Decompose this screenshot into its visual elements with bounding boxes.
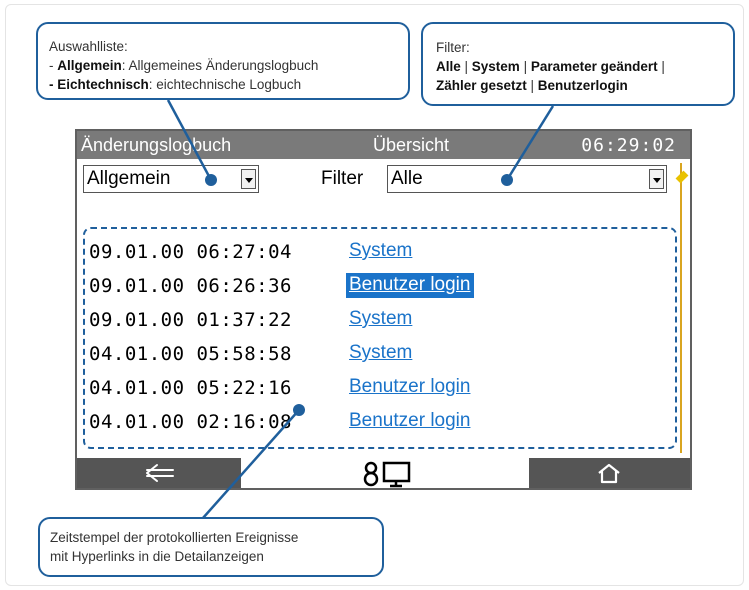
log-timestamp: 09.01.00 06:26:36	[89, 275, 292, 297]
chevron-down-icon[interactable]	[241, 169, 256, 189]
softkey-bar	[77, 458, 690, 488]
callout-filter-opt-parameter: Parameter geändert	[530, 59, 658, 74]
back-button[interactable]	[77, 458, 241, 488]
callout-filter-opt-system: System	[471, 59, 520, 74]
logbook-mode-select[interactable]: Allgemein	[83, 165, 259, 193]
log-event-link[interactable]: System	[346, 307, 416, 332]
log-event-link-selected[interactable]: Benutzer login	[346, 273, 475, 298]
log-list: 09.01.00 06:27:04 System 09.01.00 06:26:…	[83, 227, 677, 449]
clock: 06:29:02	[581, 135, 676, 156]
log-event-link[interactable]: System	[346, 341, 416, 366]
home-icon	[598, 463, 620, 484]
callout-option-allgemein-desc: : Allgemeines Änderungslogbuch	[121, 58, 319, 73]
chevron-down-icon[interactable]	[649, 169, 664, 189]
callout-selection-list: Auswahlliste: - Allgemein: Allgemeines Ä…	[36, 22, 410, 100]
user-monitor-icons	[363, 461, 411, 488]
device-screen: Änderungslogbuch Übersicht 06:29:02 Allg…	[75, 129, 692, 490]
callout-option-eichtechnisch: Eichtechnisch	[57, 77, 149, 92]
filter-select[interactable]: Alle	[387, 165, 667, 193]
callout-separator: |	[526, 78, 538, 93]
callout-filter-opt-benutzerlogin: Benutzerlogin	[537, 78, 628, 93]
callout-separator: |	[519, 59, 531, 74]
log-event-link[interactable]: Benutzer login	[346, 375, 474, 400]
home-button[interactable]	[529, 458, 690, 488]
filter-value: Alle	[391, 168, 423, 189]
callout-option-allgemein: Allgemein	[57, 58, 122, 73]
log-timestamp: 04.01.00 02:16:08	[89, 411, 292, 433]
filter-label: Filter	[321, 168, 364, 189]
logbook-mode-value: Allgemein	[87, 168, 171, 189]
callout-option-eichtechnisch-desc: : eichtechnische Logbuch	[148, 77, 302, 92]
callout-timestamps-line2: mit Hyperlinks in die Detailanzeigen	[50, 549, 264, 564]
log-timestamp: 09.01.00 01:37:22	[89, 309, 292, 331]
log-event-link[interactable]: Benutzer login	[346, 409, 474, 434]
log-timestamp: 04.01.00 05:58:58	[89, 343, 292, 365]
callout-prefix: -	[49, 58, 58, 73]
user-display-button[interactable]	[241, 458, 529, 488]
log-timestamp: 04.01.00 05:22:16	[89, 377, 292, 399]
screen-title: Änderungslogbuch	[81, 135, 232, 155]
screen-titlebar: Änderungslogbuch Übersicht 06:29:02	[77, 131, 690, 159]
callout-filter: Filter: Alle | System | Parameter geände…	[421, 22, 735, 106]
callout-separator: |	[657, 59, 665, 74]
monitor-icon	[382, 461, 411, 488]
callout-filter-opt-alle: Alle	[436, 59, 461, 74]
log-event-link[interactable]: System	[346, 239, 416, 264]
scrollbar[interactable]	[680, 163, 688, 453]
callout-timestamps: Zeitstempel der protokollierten Ereignis…	[38, 517, 384, 577]
callout-separator: |	[460, 59, 472, 74]
callout-filter-opt-zaehler: Zähler gesetzt	[436, 78, 527, 93]
callout-prefix: -	[49, 77, 58, 92]
callout-filter-title: Filter:	[436, 40, 470, 55]
callout-timestamps-line1: Zeitstempel der protokollierten Ereignis…	[50, 530, 299, 545]
callout-selection-title: Auswahlliste:	[49, 39, 128, 54]
screen-subtitle: Übersicht	[373, 135, 450, 155]
left-arrow-icon	[146, 464, 174, 482]
log-timestamp: 09.01.00 06:27:04	[89, 241, 292, 263]
user-icon	[363, 461, 379, 487]
